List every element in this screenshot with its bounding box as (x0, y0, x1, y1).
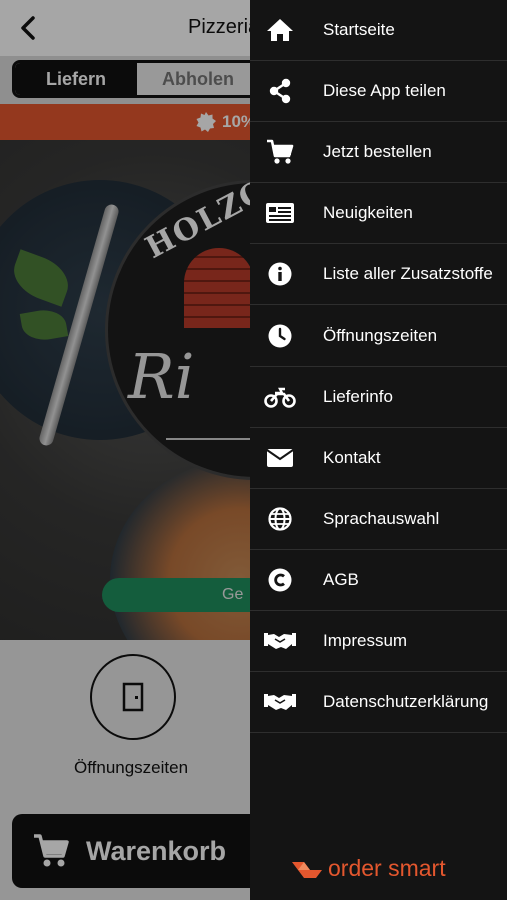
brand-text: order smart (328, 855, 446, 881)
navigation-drawer: Startseite Diese App teilen Jetzt bestel… (250, 0, 507, 900)
drawer-menu: Startseite Diese App teilen Jetzt bestel… (250, 0, 507, 734)
handshake-icon (264, 688, 296, 716)
menu-item-hours[interactable]: Öffnungszeiten (250, 305, 507, 367)
menu-item-label: AGB (323, 569, 359, 589)
news-icon (264, 199, 296, 227)
home-icon (264, 16, 296, 44)
menu-item-share[interactable]: Diese App teilen (250, 61, 507, 123)
motorbike-icon (264, 383, 296, 411)
brand-logo: order smart (290, 855, 446, 882)
menu-item-language[interactable]: Sprachauswahl (250, 489, 507, 550)
menu-item-label: Neuigkeiten (323, 203, 413, 223)
menu-item-label: Impressum (323, 630, 408, 650)
menu-item-label: Datenschutzerklärung (323, 692, 489, 712)
share-icon (264, 77, 296, 105)
menu-item-label: Liste aller Zusatzstoffe (323, 264, 493, 284)
handshake-icon (264, 627, 296, 655)
envelope-icon (264, 444, 296, 472)
menu-item-label: Sprachauswahl (323, 508, 440, 528)
globe-icon (264, 505, 296, 533)
menu-item-label: Öffnungszeiten (323, 325, 438, 345)
cart-icon (264, 138, 296, 166)
order-smart-logo-icon (292, 861, 322, 878)
menu-item-privacy[interactable]: Datenschutzerklärung (250, 672, 507, 734)
menu-item-delivery-info[interactable]: Lieferinfo (250, 367, 507, 428)
menu-item-startseite[interactable]: Startseite (250, 0, 507, 62)
menu-item-news[interactable]: Neuigkeiten (250, 183, 507, 245)
menu-item-additives[interactable]: Liste aller Zusatzstoffe (250, 244, 507, 306)
menu-item-label: Kontakt (323, 447, 381, 467)
menu-item-label: Lieferinfo (323, 386, 393, 406)
drawer-overlay[interactable] (0, 0, 250, 900)
menu-item-order[interactable]: Jetzt bestellen (250, 122, 507, 184)
menu-item-contact[interactable]: Kontakt (250, 428, 507, 489)
clock-icon (264, 322, 296, 350)
menu-item-terms[interactable]: AGB (250, 550, 507, 611)
menu-item-label: Diese App teilen (323, 81, 446, 101)
menu-item-label: Startseite (323, 20, 395, 40)
info-icon (264, 260, 296, 288)
copyright-icon (264, 566, 296, 594)
menu-item-label: Jetzt bestellen (323, 142, 432, 162)
menu-item-imprint[interactable]: Impressum (250, 611, 507, 673)
